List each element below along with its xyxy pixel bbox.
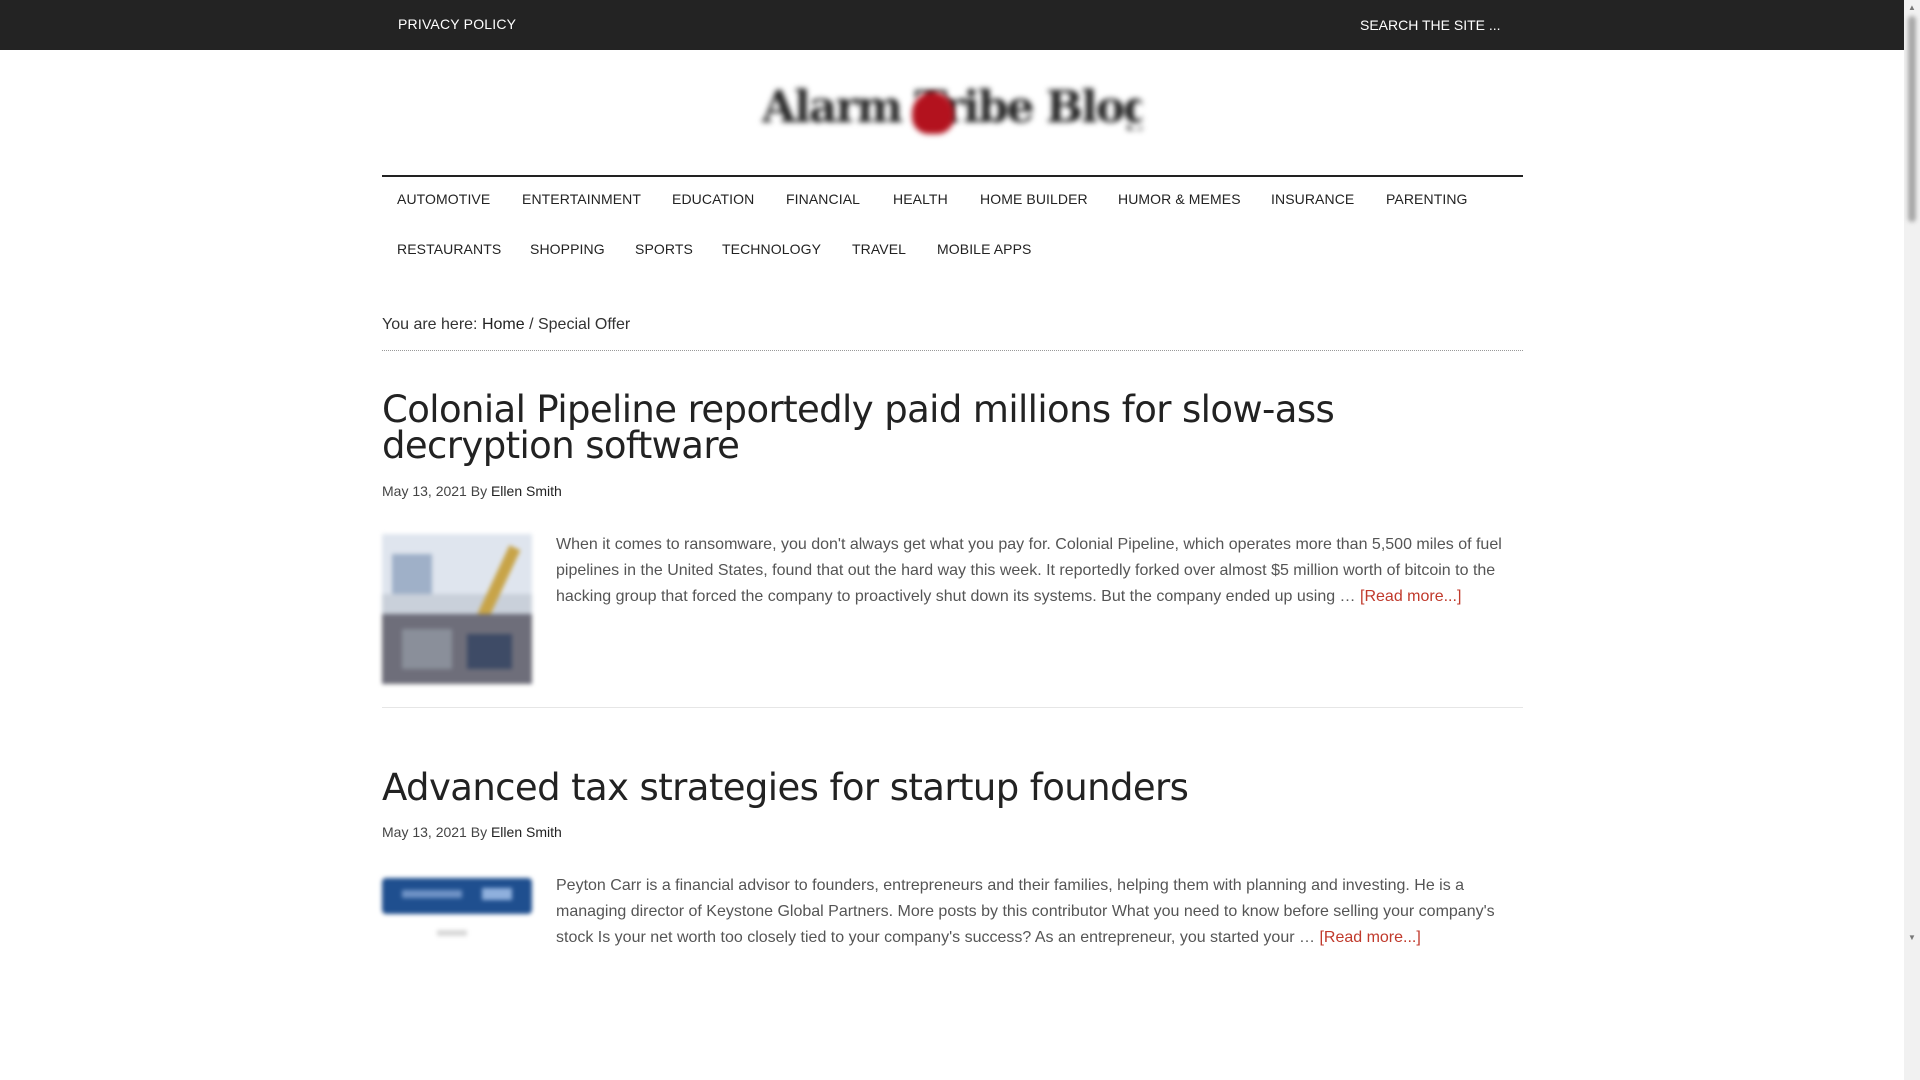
post-thumbnail-image — [382, 874, 532, 946]
post-thumbnail-image — [382, 534, 532, 684]
scroll-up-arrow-icon[interactable]: ▲ — [1908, 4, 1916, 12]
nav-item-automotive[interactable]: AUTOMOTIVE — [397, 191, 490, 207]
breadcrumb-current: Special Offer — [537, 316, 631, 333]
read-more-link[interactable]: [Read more...] — [1319, 929, 1420, 946]
breadcrumb-separator: / — [529, 316, 534, 333]
post-author-link[interactable]: Ellen Smith — [491, 483, 562, 499]
post-excerpt: Peyton Carr is a financial advisor to fo… — [556, 873, 1523, 951]
nav-item-restaurants[interactable]: RESTAURANTS — [397, 241, 501, 257]
nav-item-humor-memes[interactable]: HUMOR & MEMES — [1118, 191, 1241, 207]
post-by: By — [470, 483, 488, 499]
post-author-link[interactable]: Ellen Smith — [491, 824, 562, 840]
post-title[interactable]: Advanced tax strategies for startup foun… — [382, 769, 1523, 806]
post-divider — [382, 707, 1523, 708]
post-thumbnail[interactable] — [382, 534, 532, 684]
post-title[interactable]: Colonial Pipeline reportedly paid millio… — [382, 391, 1523, 464]
nav-item-education[interactable]: EDUCATION — [672, 191, 754, 207]
nav-item-home-builder[interactable]: HOME BUILDER — [980, 191, 1088, 207]
privacy-policy-link[interactable]: PRIVACY POLICY — [398, 16, 516, 32]
nav-item-entertainment[interactable]: ENTERTAINMENT — [522, 191, 641, 207]
page-scrollbar[interactable]: ▲ ▼ — [1904, 0, 1920, 1080]
nav-item-health[interactable]: HEALTH — [893, 191, 948, 207]
nav-item-shopping[interactable]: SHOPPING — [530, 241, 605, 257]
primary-navigation: AUTOMOTIVE ENTERTAINMENT EDUCATION FINAN… — [382, 175, 1523, 257]
nav-item-technology[interactable]: TECHNOLOGY — [722, 241, 821, 257]
post-date: May 13, 2021 — [382, 483, 467, 499]
nav-item-travel[interactable]: TRAVEL — [852, 241, 906, 257]
post-thumbnail[interactable] — [382, 874, 532, 946]
nav-item-parenting[interactable]: PARENTING — [1386, 191, 1468, 207]
breadcrumb-home-link[interactable]: Home — [482, 316, 525, 333]
scroll-down-arrow-icon[interactable]: ▼ — [1908, 934, 1916, 942]
post-by: By — [470, 824, 488, 840]
logo-mark-icon — [912, 92, 954, 134]
breadcrumb-prefix: You are here: — [382, 316, 478, 333]
post-date: May 13, 2021 — [382, 824, 467, 840]
viewport-cutoff — [0, 946, 1904, 1080]
search-input[interactable] — [1360, 8, 1520, 42]
breadcrumb: You are here: Home / Special Offer — [382, 316, 1523, 351]
nav-item-insurance[interactable]: INSURANCE — [1271, 191, 1354, 207]
post-meta: May 13, 2021 By Ellen Smith — [382, 483, 562, 499]
nav-item-sports[interactable]: SPORTS — [635, 241, 693, 257]
post-excerpt: When it comes to ransomware, you don't a… — [556, 532, 1523, 610]
nav-item-financial[interactable]: FINANCIAL — [786, 191, 860, 207]
post-meta: May 13, 2021 By Ellen Smith — [382, 824, 562, 840]
read-more-link[interactable]: [Read more...] — [1360, 588, 1461, 605]
top-bar: PRIVACY POLICY — [0, 0, 1904, 50]
nav-item-mobile-apps[interactable]: MOBILE APPS — [937, 241, 1031, 257]
scrollbar-thumb[interactable] — [1908, 16, 1916, 222]
site-logo[interactable]: Alarm Tribe Blog — [762, 80, 1142, 140]
